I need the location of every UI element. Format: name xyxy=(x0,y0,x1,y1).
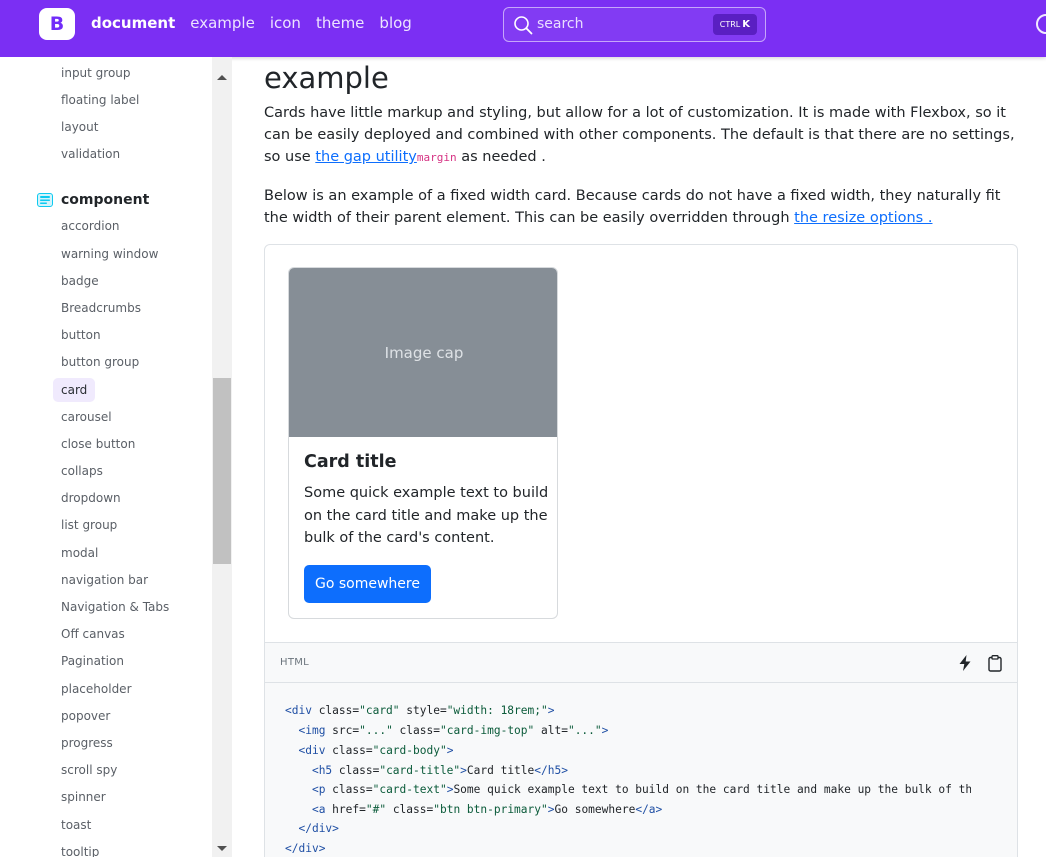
card-title: Card title xyxy=(304,452,397,472)
example-card: Image cap Card title Some quick example … xyxy=(288,267,558,619)
sidebar-item-off-canvas[interactable]: Off canvas xyxy=(53,622,133,646)
code-language-label: HTML xyxy=(280,657,310,668)
sidebar-item-scroll-spy[interactable]: scroll spy xyxy=(53,758,125,782)
sidebar-item-button-group[interactable]: button group xyxy=(53,350,147,374)
sidebar-item-modal[interactable]: modal xyxy=(53,541,106,565)
nav-link-example[interactable]: example xyxy=(190,14,255,32)
code-line: </div> xyxy=(285,842,326,855)
sidebar-item-placeholder[interactable]: placeholder xyxy=(53,677,140,701)
sidebar-section-title: component xyxy=(61,192,150,208)
code-line: <div class="card" style="width: 18rem;"> xyxy=(285,704,555,717)
nav-link-theme[interactable]: theme xyxy=(316,14,364,32)
code-toolbar: HTML xyxy=(264,642,1018,683)
sidebar-item-toast[interactable]: toast xyxy=(53,813,99,837)
top-navbar: B document example icon theme blog searc… xyxy=(0,0,1046,57)
gap-utility-link[interactable]: the gap utility xyxy=(315,149,417,165)
sidebar-item-floating-label[interactable]: floating label xyxy=(53,88,147,112)
page-title: example xyxy=(264,61,389,95)
main-nav: document example icon theme blog xyxy=(91,14,427,32)
sidebar-item-navigation-tabs[interactable]: Navigation & Tabs xyxy=(53,595,177,619)
search-icon xyxy=(514,16,533,35)
docs-sidebar: input group floating label layout valida… xyxy=(0,57,232,857)
code-block: <div class="card" style="width: 18rem;">… xyxy=(264,683,1018,857)
nav-link-document[interactable]: document xyxy=(91,14,175,32)
sidebar-item-warning-window[interactable]: warning window xyxy=(53,242,166,266)
sidebar-item-card[interactable]: card xyxy=(53,378,96,402)
fixed-width-paragraph: Below is an example of a fixed width car… xyxy=(264,188,1001,226)
lightning-icon[interactable] xyxy=(958,655,972,671)
sidebar-item-button[interactable]: button xyxy=(53,323,109,347)
go-somewhere-button[interactable]: Go somewhere xyxy=(304,565,431,603)
sidebar-item-popover[interactable]: popover xyxy=(53,704,118,728)
intro-paragraph: Cards have little markup and styling, bu… xyxy=(264,105,1015,165)
nav-link-blog[interactable]: blog xyxy=(379,14,411,32)
sidebar-item-tooltip[interactable]: tooltip xyxy=(53,840,107,857)
sidebar-item-dropdown[interactable]: dropdown xyxy=(53,486,129,510)
search-shortcut-badge: CTRL K xyxy=(712,14,757,35)
component-icon xyxy=(37,193,53,207)
theme-toggle-icon[interactable] xyxy=(1036,14,1046,34)
search-input[interactable]: search CTRL K xyxy=(503,7,766,42)
code-line: <p class="card-text">Some quick example … xyxy=(311,783,971,796)
sidebar-item-badge[interactable]: badge xyxy=(53,269,107,293)
sidebar-item-collaps[interactable]: collaps xyxy=(53,459,111,483)
sidebar-item-breadcrumbs[interactable]: Breadcrumbs xyxy=(53,296,149,320)
resize-options-link[interactable]: the resize options . xyxy=(794,210,932,226)
nav-link-icon[interactable]: icon xyxy=(270,14,301,32)
card-image-placeholder: Image cap xyxy=(289,268,557,437)
sidebar-item-carousel[interactable]: carousel xyxy=(53,405,120,429)
sidebar-item-accordion[interactable]: accordion xyxy=(53,214,128,238)
code-line: <div class="card-body"> xyxy=(298,744,454,757)
code-line: <img src="..." class="card-img-top" alt=… xyxy=(298,724,609,737)
scroll-up-arrow-icon[interactable] xyxy=(217,75,227,80)
card-example-preview: Image cap Card title Some quick example … xyxy=(264,244,1018,857)
scroll-down-arrow-icon[interactable] xyxy=(217,846,227,851)
sidebar-item-pagination[interactable]: Pagination xyxy=(53,649,132,673)
sidebar-item-list-group[interactable]: list group xyxy=(53,513,125,537)
sidebar-scroll-thumb[interactable] xyxy=(213,378,231,564)
card-text: Some quick example text to build on the … xyxy=(304,485,549,546)
sidebar-item-progress[interactable]: progress xyxy=(53,731,121,755)
sidebar-item-spinner[interactable]: spinner xyxy=(53,785,114,809)
search-placeholder: search xyxy=(537,16,584,32)
sidebar-item-navigation-bar[interactable]: navigation bar xyxy=(53,568,156,592)
code-line: <a href="#" class="btn btn-primary">Go s… xyxy=(311,803,663,816)
sidebar-section-component: component xyxy=(37,190,149,210)
brand-logo[interactable]: B xyxy=(39,8,75,40)
sidebar-item-close-button[interactable]: close button xyxy=(53,432,143,456)
sidebar-item-input-group[interactable]: input group xyxy=(53,61,139,85)
sidebar-item-validation[interactable]: validation xyxy=(53,142,128,166)
code-line: <h5 class="card-title">Card title</h5> xyxy=(311,764,568,777)
clipboard-icon[interactable] xyxy=(988,655,1002,672)
inline-code-margin: margin xyxy=(416,151,457,164)
sidebar-item-layout[interactable]: layout xyxy=(53,115,106,139)
code-line: </div> xyxy=(298,822,339,835)
